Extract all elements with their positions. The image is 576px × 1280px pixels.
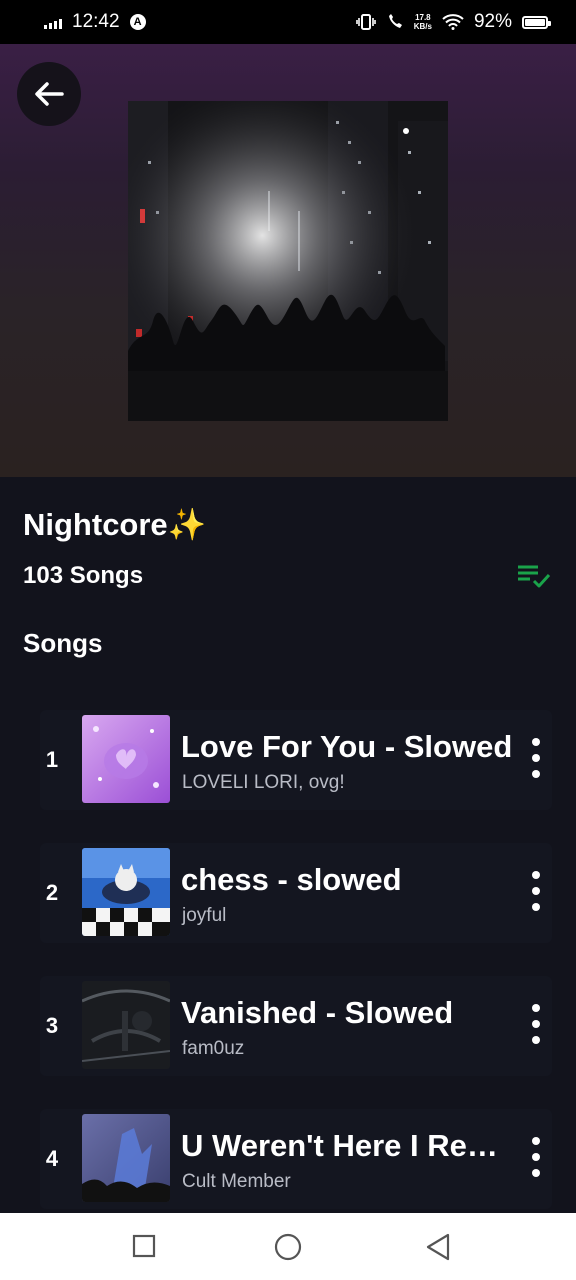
signal-icon [44, 15, 62, 29]
song-thumbnail [82, 848, 170, 936]
status-time: 12:42 [72, 11, 120, 32]
playlist-check-icon[interactable] [516, 562, 552, 590]
song-row[interactable]: 1 Love For You - Slowed LOVELI LORI, ovg… [40, 710, 552, 810]
song-thumbnail [82, 981, 170, 1069]
more-options-button[interactable] [526, 1004, 546, 1044]
song-artist: LOVELI LORI, ovg! [182, 772, 345, 793]
song-title: chess - slowed [181, 862, 402, 897]
battery-icon [522, 15, 551, 29]
vibrate-icon [355, 14, 376, 30]
track-number: 4 [45, 1146, 59, 1171]
track-number: 1 [45, 747, 59, 772]
playlist-title: Nightcore✨ [23, 507, 207, 542]
wifi-icon [442, 14, 464, 30]
song-count: 103 Songs [23, 562, 144, 589]
song-artist: joyful [182, 905, 227, 926]
more-options-button[interactable] [526, 738, 546, 778]
song-row[interactable]: 2 chess - slowed joyful [40, 843, 552, 943]
track-number: 2 [45, 880, 59, 905]
back-button[interactable] [17, 62, 81, 126]
status-bar: 12:42 A 17.8 KB/s 92% [0, 0, 576, 44]
square-icon[interactable] [132, 1234, 156, 1258]
call-wifi-icon [388, 14, 402, 28]
songs-section-title: Songs [23, 628, 103, 658]
song-row[interactable]: 3 Vanished - Slowed fam0uz [40, 976, 552, 1076]
song-title: Vanished - Slowed [181, 995, 454, 1030]
song-artist: Cult Member [182, 1171, 291, 1192]
circle-icon[interactable] [274, 1233, 302, 1261]
song-thumbnail [82, 1114, 170, 1202]
song-list: 1 Love For You - Slowed LOVELI LORI, ovg… [40, 710, 552, 1242]
song-thumbnail [82, 715, 170, 803]
app-notification-icon: A [129, 14, 146, 30]
playlist-info: Nightcore✨ 103 Songs [23, 504, 552, 589]
system-nav-bar [0, 1213, 576, 1280]
playlist-cover-image [128, 101, 448, 421]
network-speed: 17.8 KB/s [413, 13, 432, 31]
more-options-button[interactable] [526, 1137, 546, 1177]
arrow-left-icon [35, 82, 64, 106]
battery-percent: 92% [473, 11, 512, 32]
triangle-back-icon[interactable] [424, 1232, 452, 1262]
track-number: 3 [45, 1013, 59, 1038]
more-options-button[interactable] [526, 871, 546, 911]
song-title: Love For You - Slowed [181, 729, 513, 764]
song-title: U Weren't Here I Really Miss You [181, 1128, 515, 1163]
song-artist: fam0uz [182, 1038, 245, 1059]
song-row[interactable]: 4 U Weren't Here I Really Miss You Cult … [40, 1109, 552, 1209]
